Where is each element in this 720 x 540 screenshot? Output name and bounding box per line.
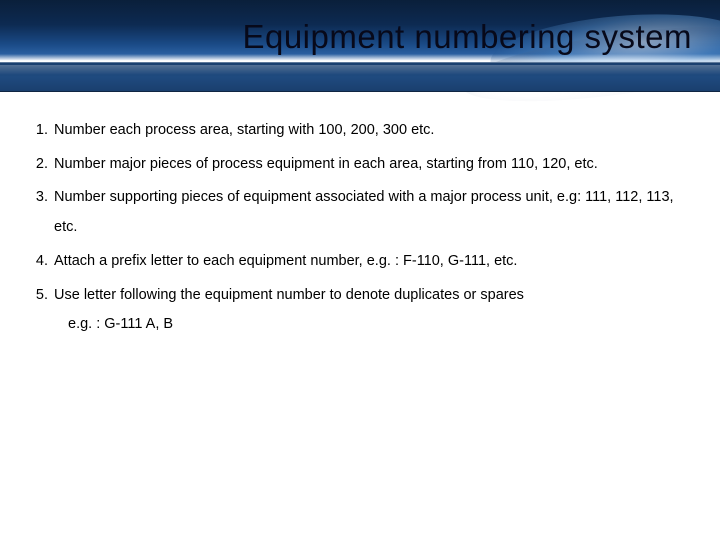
header-bar <box>0 62 720 92</box>
slide-header: Equipment numbering system <box>0 0 720 98</box>
list-item: Number each process area, starting with … <box>52 116 692 146</box>
slide-body: Number each process area, starting with … <box>0 98 720 340</box>
list-item-text: Number major pieces of process equipment… <box>54 156 598 172</box>
list-item: Attach a prefix letter to each equipment… <box>52 247 692 277</box>
page-title: Equipment numbering system <box>242 18 692 56</box>
list-item-text: Use letter following the equipment numbe… <box>54 287 524 303</box>
list-item: Number major pieces of process equipment… <box>52 150 692 180</box>
list-item-text: Attach a prefix letter to each equipment… <box>54 253 517 269</box>
numbered-list: Number each process area, starting with … <box>28 116 692 340</box>
list-item: Number supporting pieces of equipment as… <box>52 183 692 242</box>
list-item-text: Number each process area, starting with … <box>54 122 434 138</box>
list-item: Use letter following the equipment numbe… <box>52 281 692 340</box>
list-item-extra: e.g. : G-111 A, B <box>68 310 692 340</box>
list-item-text: Number supporting pieces of equipment as… <box>54 189 674 235</box>
